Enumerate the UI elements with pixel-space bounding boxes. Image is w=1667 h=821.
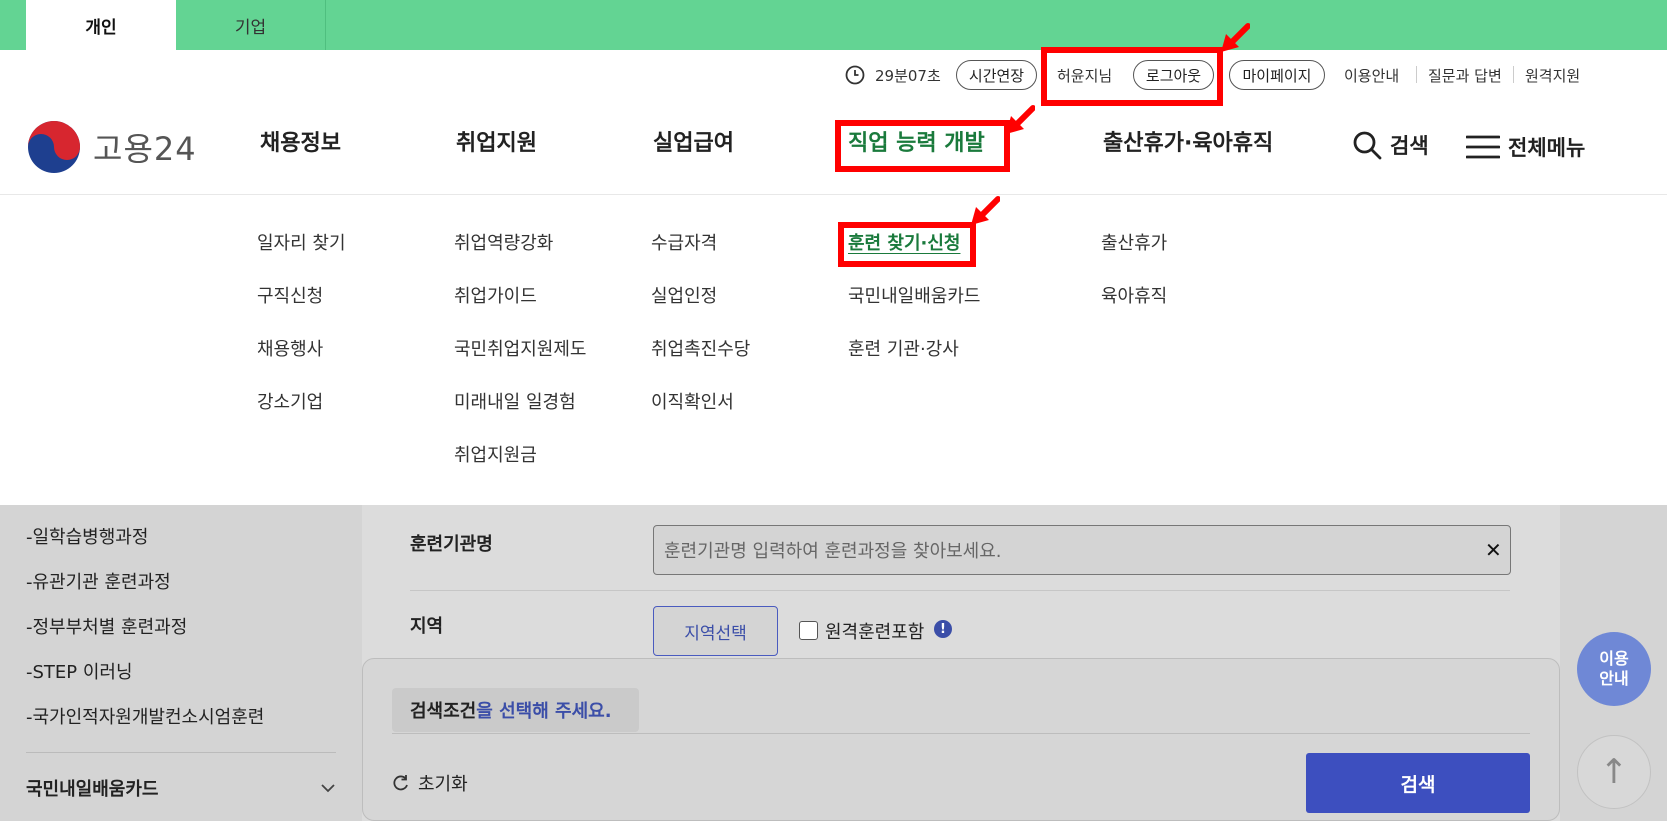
submenu-parental-leave[interactable]: 육아휴직 bbox=[1101, 282, 1167, 308]
submenu-training-institutions[interactable]: 훈련 기관·강사 bbox=[848, 335, 959, 361]
submenu-eligibility[interactable]: 수급자격 bbox=[651, 229, 717, 255]
mypage-button[interactable]: 마이페이지 bbox=[1229, 60, 1325, 90]
submenu-unemployment-recognition[interactable]: 실업인정 bbox=[651, 282, 717, 308]
clock-icon bbox=[845, 65, 865, 85]
sidebar-item[interactable]: -일학습병행과정 bbox=[26, 523, 148, 549]
gnb-recruit-info[interactable]: 채용정보 bbox=[260, 125, 341, 157]
gnb-maternity-leave[interactable]: 출산휴가·육아휴직 bbox=[1103, 125, 1273, 157]
red-arrow-icon bbox=[1221, 23, 1250, 52]
logo-text: 고용24 bbox=[93, 130, 197, 168]
divider bbox=[1416, 66, 1417, 83]
condition-divider bbox=[392, 733, 1530, 734]
link-guide[interactable]: 이용안내 bbox=[1344, 58, 1399, 92]
red-arrow-icon bbox=[1006, 105, 1035, 134]
reset-label: 초기화 bbox=[418, 774, 468, 795]
search-icon bbox=[1353, 131, 1382, 160]
submenu-national-employment-support[interactable]: 국민취업지원제도 bbox=[454, 335, 586, 361]
tab-business[interactable]: 기업 bbox=[176, 0, 326, 50]
submenu-employment-subsidy[interactable]: 취업지원금 bbox=[454, 441, 537, 467]
submenu-small-giant-companies[interactable]: 강소기업 bbox=[257, 388, 323, 414]
red-arrow-icon bbox=[971, 196, 1000, 225]
highlight-box-logout bbox=[1041, 47, 1223, 106]
highlight-box-submenu bbox=[838, 222, 976, 267]
sidebar-section-label: 국민내일배움카드 bbox=[26, 779, 159, 800]
session-timer: 29분07초 bbox=[845, 58, 941, 92]
gnb-unemployment-benefit[interactable]: 실업급여 bbox=[653, 125, 734, 157]
refresh-icon bbox=[393, 775, 408, 791]
gnb-employment-support[interactable]: 취업지원 bbox=[456, 125, 537, 157]
logo[interactable]: 고용24 bbox=[27, 120, 197, 174]
submenu-maternity-leave[interactable]: 출산휴가 bbox=[1101, 229, 1167, 255]
clear-icon[interactable]: ✕ bbox=[1485, 538, 1502, 562]
tab-personal[interactable]: 개인 bbox=[26, 0, 176, 50]
search-label: 검색 bbox=[1390, 134, 1429, 158]
remote-training-checkbox[interactable] bbox=[799, 621, 818, 640]
sidebar-item[interactable]: -STEP 이러닝 bbox=[26, 658, 133, 684]
reset-button[interactable]: 초기화 bbox=[392, 770, 468, 796]
institution-label: 훈련기관명 bbox=[410, 534, 493, 555]
sidebar-item[interactable]: -정부부처별 훈련과정 bbox=[26, 613, 187, 639]
info-icon[interactable]: ! bbox=[934, 620, 952, 638]
submenu-future-work-experience[interactable]: 미래내일 일경험 bbox=[454, 388, 576, 414]
submenu-employment-guide[interactable]: 취업가이드 bbox=[454, 282, 537, 308]
link-qna[interactable]: 질문과 답변 bbox=[1428, 58, 1502, 92]
taegeuk-logo-icon bbox=[28, 121, 80, 173]
extend-time-button[interactable]: 시간연장 bbox=[956, 60, 1037, 90]
region-label: 지역 bbox=[410, 616, 444, 637]
submenu-hiring-events[interactable]: 채용행사 bbox=[257, 335, 323, 361]
form-row-divider bbox=[410, 590, 1510, 591]
search-submit-button[interactable]: 검색 bbox=[1306, 753, 1530, 813]
floating-guide-button[interactable]: 이용 안내 bbox=[1577, 632, 1651, 706]
highlight-box-gnb bbox=[835, 120, 1010, 172]
submenu-reemployment-allowance[interactable]: 취업촉진수당 bbox=[651, 335, 750, 361]
search-condition-message: 검색조건 을 선택해 주세요. bbox=[392, 688, 639, 732]
arrow-up-icon: ↑ bbox=[1599, 752, 1629, 792]
sidebar-item[interactable]: -유관기관 훈련과정 bbox=[26, 568, 171, 594]
hamburger-menu-icon bbox=[1466, 135, 1500, 159]
all-menu-toggle[interactable]: 전체메뉴 bbox=[1466, 132, 1585, 162]
chevron-down-icon bbox=[321, 784, 335, 793]
sidebar-divider bbox=[26, 752, 336, 753]
submenu-employment-capacity[interactable]: 취업역량강화 bbox=[454, 229, 553, 255]
scroll-top-button[interactable]: ↑ bbox=[1577, 735, 1651, 809]
submenu-find-jobs[interactable]: 일자리 찾기 bbox=[257, 229, 346, 255]
submenu-separation-certificate[interactable]: 이직확인서 bbox=[651, 388, 734, 414]
all-menu-label: 전체메뉴 bbox=[1508, 136, 1586, 160]
submenu-job-application[interactable]: 구직신청 bbox=[257, 282, 323, 308]
condition-rest: 을 선택해 주세요. bbox=[476, 701, 612, 722]
search-toggle[interactable]: 검색 bbox=[1352, 130, 1429, 160]
header-divider bbox=[0, 194, 1667, 195]
region-select-button[interactable]: 지역선택 bbox=[653, 606, 778, 656]
condition-strong: 검색조건 bbox=[410, 701, 477, 722]
institution-placeholder: 훈련기관명 입력하여 훈련과정을 찾아보세요. bbox=[664, 541, 1002, 562]
institution-search-input[interactable]: 훈련기관명 입력하여 훈련과정을 찾아보세요. bbox=[653, 525, 1511, 575]
sidebar-section-learning-card[interactable]: 국민내일배움카드 bbox=[26, 775, 336, 801]
submenu-learning-card[interactable]: 국민내일배움카드 bbox=[848, 282, 980, 308]
remote-training-label: 원격훈련포함 bbox=[825, 622, 925, 643]
sidebar-item[interactable]: -국가인적자원개발컨소시엄훈련 bbox=[26, 703, 264, 729]
timer-text: 29분07초 bbox=[875, 66, 941, 85]
divider bbox=[1513, 66, 1514, 83]
link-remote-support[interactable]: 원격지원 bbox=[1525, 58, 1580, 92]
